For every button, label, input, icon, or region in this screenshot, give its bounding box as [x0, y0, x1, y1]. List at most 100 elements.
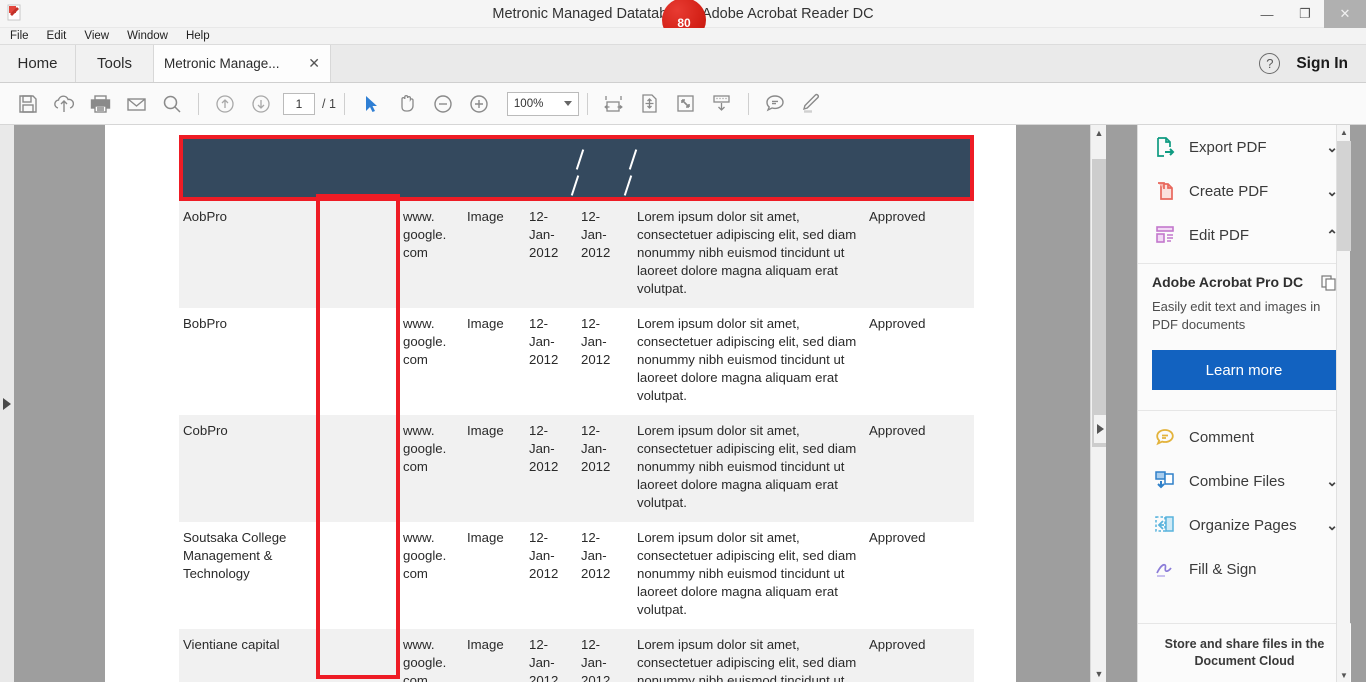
- cell-type: Image: [467, 530, 504, 545]
- table-header-bar: [179, 135, 974, 201]
- cell-description: Lorem ipsum dolor sit amet, consectetuer…: [637, 423, 857, 510]
- tab-bar-right: ? Sign In: [1259, 45, 1366, 82]
- scrollbar-thumb[interactable]: [1092, 159, 1106, 447]
- page-total-label: / 1: [322, 96, 336, 111]
- tool-combine-files[interactable]: Combine Files ⌄: [1138, 459, 1350, 503]
- zoom-in-icon[interactable]: [461, 86, 497, 122]
- upload-cloud-icon[interactable]: [46, 86, 82, 122]
- slash-mark: [628, 149, 638, 170]
- search-icon[interactable]: [154, 86, 190, 122]
- learn-more-button[interactable]: Learn more: [1152, 350, 1336, 390]
- help-icon[interactable]: ?: [1259, 53, 1281, 74]
- email-icon[interactable]: [118, 86, 154, 122]
- scroll-down-icon[interactable]: ▼: [1337, 668, 1351, 682]
- zoom-level-select[interactable]: 100%: [506, 91, 579, 116]
- menu-view[interactable]: View: [82, 30, 111, 42]
- tool-edit-pdf[interactable]: Edit PDF ⌃: [1138, 213, 1350, 257]
- tool-fill-and-sign[interactable]: Fill & Sign: [1138, 547, 1350, 591]
- table-row[interactable]: AobPro www. google. com Image 12- Jan- 2…: [179, 201, 974, 308]
- tool-organize-pages[interactable]: Organize Pages ⌄: [1138, 503, 1350, 547]
- sign-in-button[interactable]: Sign In: [1296, 55, 1348, 73]
- toolbar-separator: [198, 92, 199, 115]
- cell-date-end: 12- Jan- 2012: [581, 316, 611, 367]
- zoom-level-value: 100%: [513, 97, 544, 110]
- edit-pdf-icon: [1152, 222, 1178, 248]
- scroll-up-icon[interactable]: ▲: [1091, 125, 1106, 141]
- export-pdf-icon: [1152, 134, 1178, 160]
- table-row[interactable]: CobPro www. google. com Image 12- Jan- 2…: [179, 415, 974, 522]
- table-row[interactable]: Soutsaka College Management & Technology…: [179, 522, 974, 629]
- cell-url: www. google. com: [403, 530, 447, 581]
- tab-tools[interactable]: Tools: [76, 45, 154, 82]
- cursor-icon[interactable]: [353, 86, 389, 122]
- document-cloud-footer: Store and share files in the Document Cl…: [1138, 623, 1351, 682]
- hand-icon[interactable]: [389, 86, 425, 122]
- acrobat-reader-window: Metronic Managed Datatables, - Adobe Acr…: [0, 0, 1366, 682]
- minimize-button[interactable]: —: [1248, 0, 1286, 28]
- page-number-input[interactable]: 1: [283, 92, 315, 115]
- highlighter-icon[interactable]: [793, 86, 829, 122]
- cell-type: Image: [467, 423, 504, 438]
- cell-date-end: 12- Jan- 2012: [581, 637, 611, 682]
- cell-url: www. google. com: [403, 423, 447, 474]
- chevron-down-icon: [563, 101, 572, 106]
- table-row[interactable]: Vientiane capital www. google. com Image…: [179, 629, 974, 682]
- cell-status: Approved: [869, 209, 926, 224]
- page-up-icon[interactable]: [207, 86, 243, 122]
- menu-bar: File Edit View Window Help: [0, 28, 1366, 45]
- promo-subtitle: Easily edit text and images in PDF docum…: [1152, 299, 1321, 332]
- menu-window[interactable]: Window: [125, 30, 170, 42]
- document-viewport[interactable]: AobPro www. google. com Image 12- Jan- 2…: [14, 125, 1106, 682]
- navigation-pane-toggle[interactable]: [0, 125, 14, 682]
- chevron-right-icon: [1096, 424, 1104, 434]
- page-down-icon[interactable]: [243, 86, 279, 122]
- menu-edit[interactable]: Edit: [45, 30, 69, 42]
- cell-date-start: 12- Jan- 2012: [529, 530, 559, 581]
- cell-name: AobPro: [183, 209, 227, 224]
- cell-blank: [313, 415, 397, 522]
- cell-name: Soutsaka College Management & Technology: [183, 530, 287, 581]
- fit-width-icon[interactable]: [596, 86, 632, 122]
- comment-icon[interactable]: [757, 86, 793, 122]
- menu-help[interactable]: Help: [184, 30, 212, 42]
- scrollbar-thumb[interactable]: [1337, 141, 1351, 251]
- cell-url: www. google. com: [403, 316, 447, 367]
- read-mode-icon[interactable]: [704, 86, 740, 122]
- tools-panel-scrollbar[interactable]: ▲ ▼: [1336, 125, 1351, 682]
- combine-files-icon: [1152, 468, 1178, 494]
- tool-create-pdf[interactable]: Create PDF ⌄: [1138, 169, 1350, 213]
- tool-label: Organize Pages: [1189, 516, 1297, 534]
- restore-button[interactable]: ❐: [1286, 0, 1324, 28]
- scroll-down-icon[interactable]: ▼: [1091, 666, 1106, 682]
- cell-status: Approved: [869, 637, 926, 652]
- cell-type: Image: [467, 316, 504, 331]
- slash-mark: [575, 149, 585, 170]
- zoom-out-icon[interactable]: [425, 86, 461, 122]
- panel-divider: [1138, 410, 1350, 411]
- document-scrollbar[interactable]: ▲ ▼: [1090, 125, 1106, 682]
- tool-label: Combine Files: [1189, 472, 1285, 490]
- tool-label: Fill & Sign: [1189, 560, 1257, 578]
- scroll-up-icon[interactable]: ▲: [1337, 125, 1351, 139]
- close-button[interactable]: ✕: [1324, 0, 1366, 28]
- cell-blank: [313, 308, 397, 415]
- tool-export-pdf[interactable]: Export PDF ⌄: [1138, 125, 1350, 169]
- chevron-right-icon: [3, 397, 11, 410]
- fit-page-icon[interactable]: [632, 86, 668, 122]
- tab-home[interactable]: Home: [0, 45, 76, 82]
- table-row[interactable]: BobPro www. google. com Image 12- Jan- 2…: [179, 308, 974, 415]
- panel-collapse-toggle[interactable]: [1094, 415, 1106, 443]
- cell-type: Image: [467, 209, 504, 224]
- tools-panel: Export PDF ⌄ Create PDF ⌄ Edit PDF ⌃ Ado…: [1137, 125, 1351, 682]
- tab-document[interactable]: Metronic Manage... ✕: [154, 45, 331, 82]
- tool-comment[interactable]: Comment: [1138, 415, 1350, 459]
- save-icon[interactable]: [10, 86, 46, 122]
- menu-file[interactable]: File: [8, 30, 31, 42]
- cell-description: Lorem ipsum dolor sit amet, consectetuer…: [637, 209, 857, 296]
- organize-pages-icon: [1152, 512, 1178, 538]
- cell-status: Approved: [869, 530, 926, 545]
- print-icon[interactable]: [82, 86, 118, 122]
- zoom-to-selection-icon[interactable]: [668, 86, 704, 122]
- toolbar-separator-3: [586, 92, 588, 115]
- close-icon[interactable]: ✕: [308, 55, 320, 72]
